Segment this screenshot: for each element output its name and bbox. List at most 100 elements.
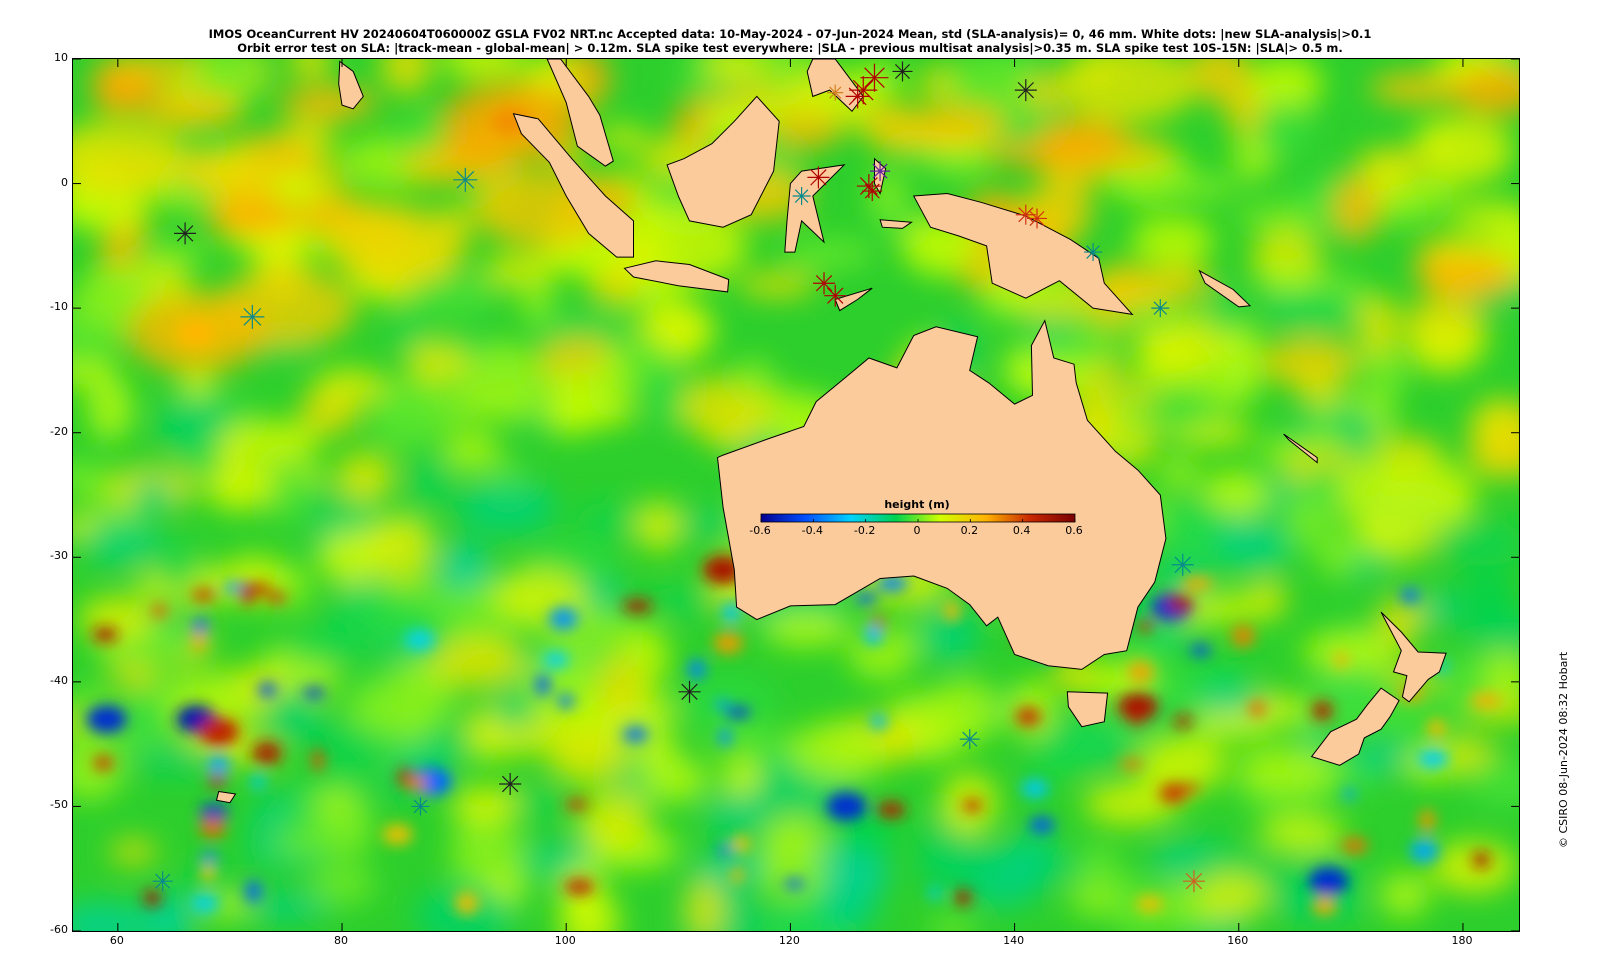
qc-flag-marker bbox=[870, 161, 891, 182]
sla-texture-cell bbox=[1234, 203, 1324, 231]
sla-texture-cell bbox=[1429, 841, 1517, 894]
qc-flag-marker bbox=[1014, 79, 1037, 102]
sla-texture-cell bbox=[1380, 872, 1430, 918]
negative-anomaly bbox=[207, 755, 230, 776]
sla-texture-cell bbox=[309, 860, 376, 907]
positive-anomaly bbox=[312, 748, 325, 772]
sla-texture-cell bbox=[1223, 357, 1260, 406]
sla-texture-cell bbox=[370, 391, 442, 452]
sla-map bbox=[73, 59, 1519, 931]
qc-flag-marker bbox=[959, 729, 980, 750]
y-tick-label: -30 bbox=[50, 549, 68, 563]
qc-flag-marker bbox=[827, 84, 844, 101]
sla-texture-cell bbox=[518, 280, 556, 324]
positive-anomaly bbox=[730, 835, 751, 853]
qc-flag-marker bbox=[792, 187, 811, 206]
x-tick-label: 80 bbox=[334, 934, 349, 947]
positive-anomaly bbox=[266, 592, 287, 603]
x-tick-label: 120 bbox=[778, 934, 800, 947]
x-tick-label: 160 bbox=[1227, 934, 1249, 947]
negative-anomaly bbox=[1190, 644, 1212, 657]
qc-flag-marker bbox=[174, 222, 197, 245]
y-tick-label: 10 bbox=[54, 51, 68, 64]
x-tick-label: 100 bbox=[554, 934, 576, 947]
sla-texture-cell bbox=[110, 839, 157, 865]
colorbar-tick-label: 0.6 bbox=[1065, 524, 1083, 537]
sla-texture-cell bbox=[122, 703, 160, 741]
positive-anomaly bbox=[93, 755, 114, 771]
positive-anomaly bbox=[1248, 700, 1267, 717]
sla-texture-cell bbox=[1034, 117, 1130, 167]
sla-texture-cell bbox=[328, 205, 469, 286]
positive-anomaly bbox=[252, 741, 282, 765]
positive-anomaly bbox=[200, 863, 216, 882]
qc-flag-marker bbox=[862, 181, 883, 202]
sla-texture-cell bbox=[597, 654, 646, 716]
sla-texture-cell bbox=[1421, 592, 1458, 623]
negative-anomaly bbox=[718, 844, 731, 856]
sla-texture-cell bbox=[721, 758, 761, 796]
sla-texture-cell bbox=[348, 677, 451, 740]
qc-flag-marker bbox=[1182, 870, 1205, 893]
sla-texture-cell bbox=[759, 849, 827, 900]
sla-texture-cell bbox=[313, 368, 388, 404]
negative-anomaly bbox=[199, 852, 220, 863]
sla-texture-cell bbox=[546, 727, 632, 785]
sla-texture-cell bbox=[763, 611, 850, 648]
sla-texture-cell bbox=[1407, 318, 1482, 374]
negative-anomaly bbox=[1342, 788, 1356, 800]
sla-texture-cell bbox=[443, 427, 500, 473]
qc-flag-marker bbox=[813, 272, 836, 295]
y-tick-label: -10 bbox=[50, 300, 68, 314]
x-tick-label: 180 bbox=[1451, 934, 1473, 947]
colorbar bbox=[760, 513, 1076, 523]
y-tick-label: 0 bbox=[61, 175, 68, 189]
negative-anomaly bbox=[928, 886, 942, 900]
sla-texture-cell bbox=[737, 272, 818, 298]
y-tick-label: -60 bbox=[50, 923, 68, 936]
positive-anomaly bbox=[877, 801, 906, 819]
negative-anomaly bbox=[783, 878, 805, 889]
sla-texture-cell bbox=[731, 359, 776, 396]
sla-texture-cell bbox=[1264, 291, 1361, 332]
negative-anomaly bbox=[192, 618, 209, 633]
positive-anomaly bbox=[176, 319, 217, 348]
sla-texture-cell bbox=[1195, 871, 1270, 920]
sla-texture-cell bbox=[86, 376, 133, 442]
positive-anomaly bbox=[1128, 661, 1154, 683]
positive-anomaly bbox=[143, 889, 162, 907]
negative-anomaly bbox=[725, 706, 752, 719]
sla-texture-cell bbox=[1255, 102, 1313, 158]
colorbar-tick-label: -0.4 bbox=[801, 524, 824, 537]
positive-anomaly bbox=[731, 865, 744, 884]
x-tick-label: 60 bbox=[109, 934, 124, 947]
sla-texture-cell bbox=[405, 340, 471, 383]
sla-texture-cell bbox=[409, 454, 454, 507]
sla-texture-cell bbox=[1022, 743, 1093, 781]
positive-anomaly bbox=[405, 775, 428, 792]
sla-texture-cell bbox=[646, 365, 686, 428]
sla-texture-cell bbox=[1318, 537, 1356, 579]
negative-anomaly bbox=[718, 728, 732, 747]
negative-anomaly bbox=[864, 623, 884, 646]
positive-anomaly bbox=[1137, 620, 1154, 633]
positive-anomaly bbox=[198, 717, 239, 746]
positive-anomaly bbox=[1180, 576, 1213, 590]
sla-texture-cell bbox=[206, 199, 303, 237]
qc-flag-marker bbox=[678, 680, 701, 703]
sla-texture-cell bbox=[1143, 390, 1222, 432]
positive-anomaly bbox=[1471, 693, 1502, 708]
sla-texture-cell bbox=[1147, 264, 1213, 301]
sla-texture-cell bbox=[1336, 455, 1477, 535]
sla-texture-cell bbox=[1149, 175, 1240, 201]
sla-texture-cell bbox=[182, 441, 224, 478]
sla-texture-cell bbox=[456, 481, 558, 535]
negative-anomaly bbox=[714, 699, 730, 710]
negative-anomaly bbox=[623, 727, 648, 742]
sla-texture-cell bbox=[704, 724, 781, 757]
sla-texture-cell bbox=[132, 476, 174, 516]
negative-anomaly bbox=[548, 606, 579, 631]
colorbar-tick-label: 0.2 bbox=[960, 524, 979, 537]
positive-anomaly bbox=[239, 582, 256, 605]
y-tick-label: -50 bbox=[50, 798, 68, 812]
